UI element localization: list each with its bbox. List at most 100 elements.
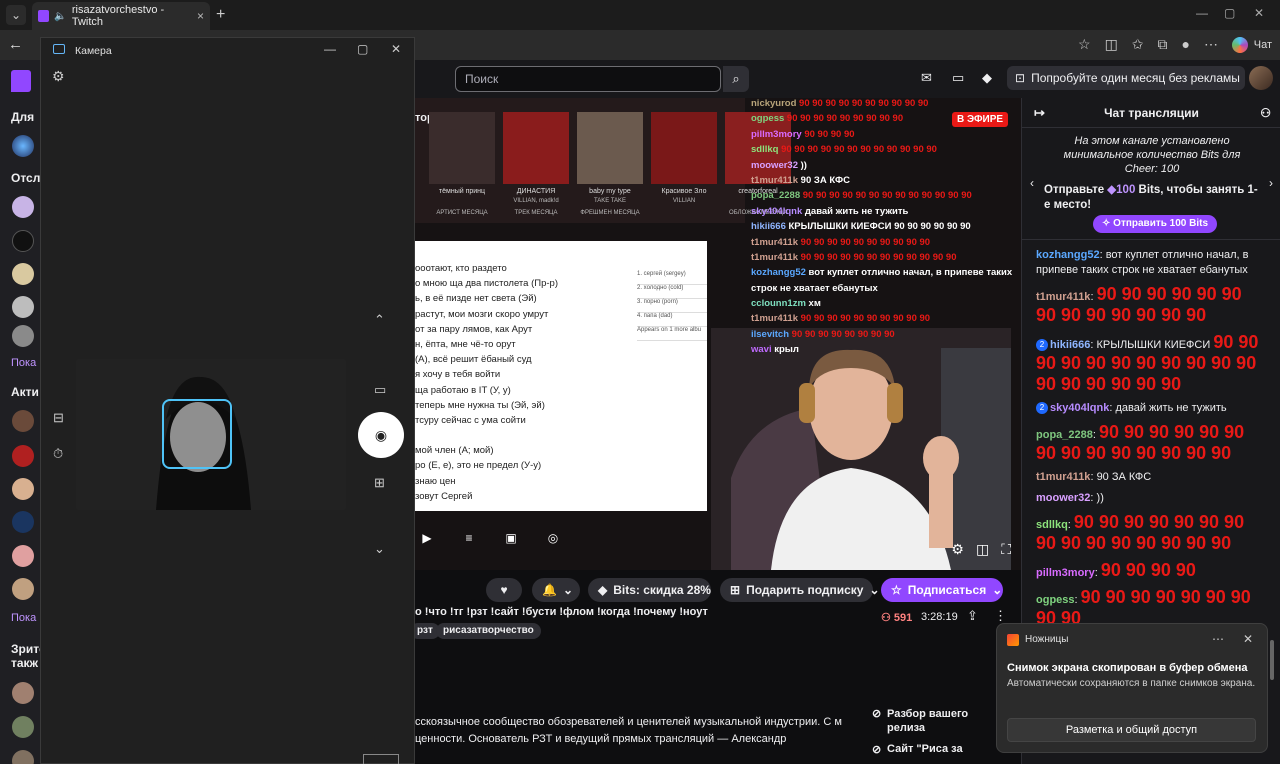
copilot-chat-button[interactable]: Чат <box>1231 34 1272 56</box>
profile-icon[interactable]: ● <box>1182 36 1190 53</box>
subscribe-button[interactable]: ☆ Подписаться ⌄ <box>881 578 1003 602</box>
window-close-icon[interactable]: ✕ <box>1254 6 1264 20</box>
chat-text: давай жить не тужить <box>1115 402 1227 414</box>
chevron-up-icon[interactable]: ⌃ <box>374 312 385 328</box>
panel-link-site[interactable]: ⊘ Сайт "Риса за <box>872 743 972 756</box>
camera-settings-gear-icon[interactable]: ⚙ <box>52 68 65 85</box>
chat-username[interactable]: t1mur411k <box>1036 291 1090 303</box>
chat-scrollbar[interactable] <box>1270 640 1274 680</box>
playlist-icon[interactable]: ≡ <box>457 526 481 550</box>
banner-subcaption: TAKE TAKE <box>593 198 626 204</box>
chat-username[interactable]: popa_2288 <box>1036 429 1093 441</box>
search-input[interactable]: Поиск <box>455 66 721 92</box>
qr-scan-icon[interactable]: ⊞ <box>374 475 385 491</box>
browser-tab-twitch[interactable]: 🔈 risazatvorchestvo - Twitch × <box>32 2 210 30</box>
fullscreen-icon[interactable]: ⛶ <box>1001 541 1011 558</box>
window-close-icon[interactable]: ✕ <box>391 42 401 56</box>
search-icon[interactable]: ⌕ <box>723 66 749 92</box>
camera-gallery-thumbnail[interactable] <box>363 754 399 764</box>
twitch-icon[interactable]: ▣ <box>499 526 523 550</box>
back-arrow-icon[interactable]: ← <box>8 36 23 53</box>
chat-username[interactable]: sdllkq <box>1036 519 1068 531</box>
channel-avatar[interactable] <box>12 230 34 252</box>
instagram-icon[interactable]: ◎ <box>541 526 565 550</box>
channel-avatar[interactable] <box>12 545 34 567</box>
chat-username[interactable]: kozhangg52 <box>1036 249 1100 261</box>
inbox-icon[interactable]: ✉ <box>921 70 932 86</box>
send-bits-button[interactable]: ✧ Отправить 100 Bits <box>1093 215 1218 233</box>
new-tab-button[interactable]: + <box>216 6 225 24</box>
overlay-chat-row: sky404lqnk давай жить не тужить <box>751 206 1021 221</box>
channel-avatar[interactable] <box>12 196 34 218</box>
snipping-tool-notification[interactable]: Ножницы ⋯ ✕ Снимок экрана скопирован в б… <box>996 623 1268 753</box>
chevron-down-icon[interactable]: ⌄ <box>374 541 385 557</box>
chat-username[interactable]: pillm3mory <box>1036 567 1095 579</box>
share-icon[interactable]: ⇪ <box>967 608 978 624</box>
bits-icon[interactable]: ◆ <box>982 70 992 86</box>
settings-gear-icon[interactable]: ⚙ <box>951 541 964 558</box>
more-options-icon[interactable]: ⋮ <box>994 608 1007 624</box>
ad-free-promo-button[interactable]: ⊡ Попробуйте один месяц без рекламы <box>1007 66 1245 90</box>
collapse-chat-icon[interactable]: ↦ <box>1034 98 1045 128</box>
youtube-icon[interactable]: ▶ <box>415 526 439 550</box>
chat-username[interactable]: hikii666 <box>1050 339 1090 351</box>
link-icon: ⊘ <box>872 708 882 720</box>
stream-tag[interactable]: рисазатворчество <box>436 623 541 639</box>
window-minimize-icon[interactable]: — <box>324 42 336 56</box>
split-screen-icon[interactable]: ◫ <box>1105 36 1118 53</box>
channel-avatar[interactable] <box>12 445 34 467</box>
community-icon[interactable]: ⚇ <box>1260 98 1271 128</box>
window-maximize-icon[interactable]: ▢ <box>1224 6 1235 20</box>
bits-min-info: На этом канале установлено минимальное к… <box>1063 135 1241 175</box>
more-options-icon[interactable]: ⋯ <box>1212 632 1224 646</box>
chevron-left-icon[interactable]: ‹ <box>1030 176 1034 190</box>
markup-share-button[interactable]: Разметка и общий доступ <box>1007 718 1256 742</box>
tab-close-icon[interactable]: × <box>197 9 204 23</box>
channel-avatar[interactable] <box>12 578 34 600</box>
chat-username[interactable]: moower32 <box>1036 492 1090 504</box>
channel-avatar[interactable] <box>12 325 34 347</box>
follow-heart-button[interactable]: ♥ <box>486 578 522 602</box>
speaker-icon[interactable]: 🔈 <box>54 11 66 22</box>
chat-username[interactable]: t1mur411k <box>1036 471 1090 483</box>
channel-avatar[interactable] <box>12 263 34 285</box>
timer-off-icon[interactable]: ⏱ <box>53 446 63 462</box>
take-photo-button[interactable]: ◉ <box>358 412 404 458</box>
sidenav-show-more-link[interactable]: Пока <box>11 357 36 369</box>
favorites-icon[interactable]: ✩ <box>1132 36 1144 53</box>
gift-sub-button[interactable]: ⊞ Подарить подписку ⌄ <box>720 578 880 602</box>
channel-avatar[interactable] <box>12 716 34 738</box>
overlay-chat-text: хм <box>808 298 821 310</box>
channel-avatar[interactable] <box>12 682 34 704</box>
channel-avatar[interactable] <box>12 135 34 157</box>
chat-username[interactable]: sky404lqnk <box>1050 402 1109 414</box>
panel-link-review[interactable]: ⊘ Разбор вашего релиза <box>872 707 972 735</box>
tab-actions-chevron-icon[interactable]: ⌄ <box>6 5 26 25</box>
channel-avatar[interactable] <box>12 511 34 533</box>
bits-discount-button[interactable]: ◆ Bits: скидка 28% <box>588 578 711 602</box>
chat-username[interactable]: ogpess <box>1036 594 1075 606</box>
heart-icon: ♥ <box>500 583 508 597</box>
twitch-logo-icon[interactable] <box>11 70 31 92</box>
hdr-off-icon[interactable]: ⊟ <box>53 410 64 426</box>
whispers-icon[interactable]: ▭ <box>952 70 964 86</box>
chevron-right-icon[interactable]: › <box>1269 176 1273 190</box>
window-maximize-icon[interactable]: ▢ <box>357 42 368 56</box>
channel-avatar[interactable] <box>12 750 34 764</box>
theatre-mode-icon[interactable]: ◫ <box>976 541 989 558</box>
channel-avatar[interactable] <box>12 410 34 432</box>
video-mode-icon[interactable]: ▭ <box>374 382 386 398</box>
lyric-line: теперь мне нужна ты (Эй, эй) <box>415 399 545 411</box>
sidenav-show-more-link[interactable]: Пока <box>11 612 36 624</box>
close-icon[interactable]: ✕ <box>1243 632 1253 646</box>
user-avatar[interactable] <box>1249 66 1273 90</box>
notifications-bell-button[interactable]: 🔔 ⌄ <box>532 578 580 602</box>
window-minimize-icon[interactable]: — <box>1196 6 1208 20</box>
video-player[interactable]: тории тёмный принцАРТИСТ МЕСЯЦАДИНАСТИЯV… <box>415 98 1021 570</box>
channel-avatar[interactable] <box>12 478 34 500</box>
favorite-star-icon[interactable]: ☆ <box>1078 36 1091 53</box>
more-menu-icon[interactable]: ⋯ <box>1204 36 1218 53</box>
channel-avatar[interactable] <box>12 296 34 318</box>
track-list-item: 1. сергей (sergey) <box>637 271 707 285</box>
collections-icon[interactable]: ⧉ <box>1158 36 1168 53</box>
